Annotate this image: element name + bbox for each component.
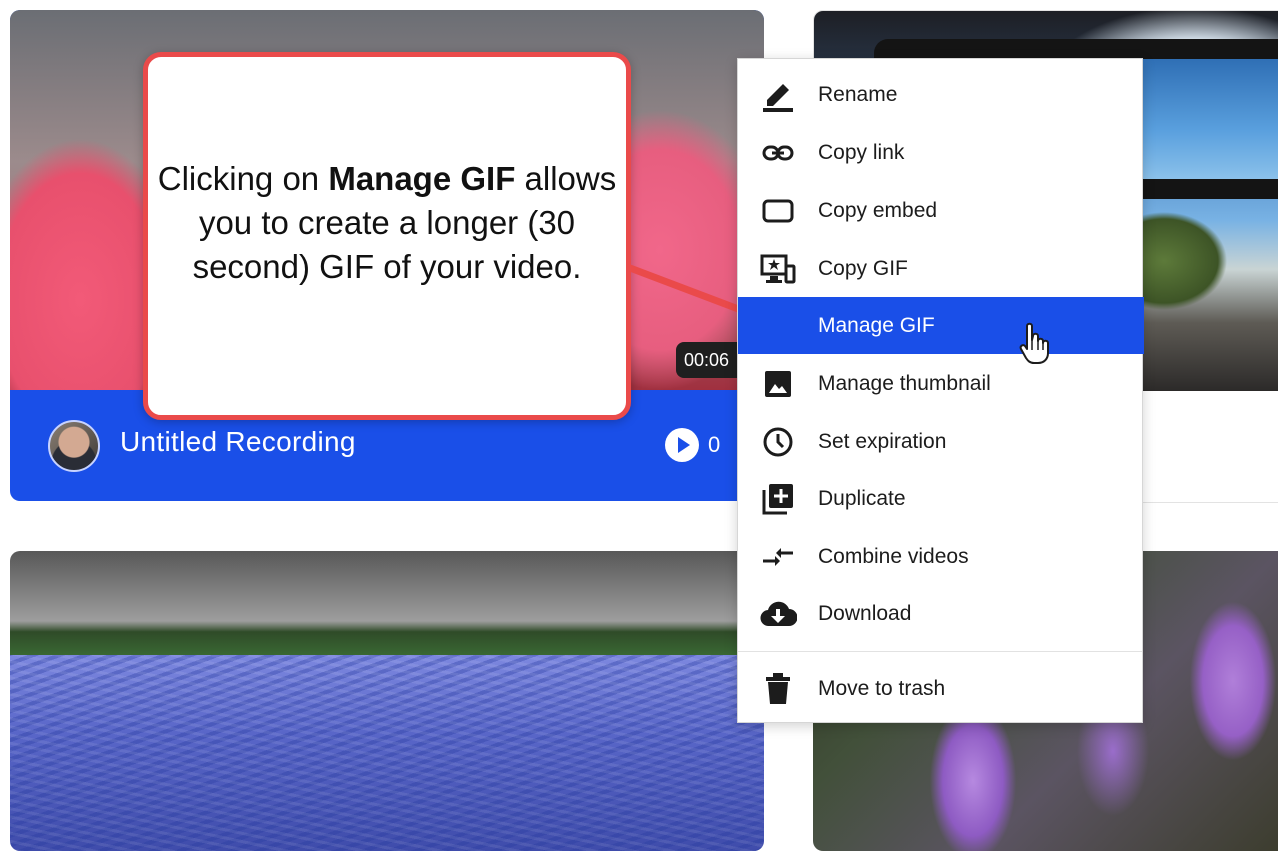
gif-icon (738, 254, 818, 284)
menu-item-duplicate[interactable]: Duplicate (738, 470, 1144, 527)
callout-box: Clicking on Manage GIF allows you to cre… (143, 52, 631, 420)
avatar[interactable] (48, 420, 100, 472)
menu-item-set-expiration[interactable]: Set expiration (738, 413, 1144, 470)
callout-text-bold: Manage GIF (328, 160, 516, 197)
menu-item-label: Manage GIF (818, 313, 935, 337)
cloud-download-icon (738, 600, 818, 628)
callout-text: Clicking on Manage GIF allows you to cre… (157, 157, 617, 289)
menu-item-label: Duplicate (818, 486, 906, 510)
embed-icon (738, 198, 818, 224)
menu-item-rename[interactable]: Rename (738, 66, 1144, 123)
combine-icon (738, 545, 818, 569)
video-thumbnail[interactable] (10, 551, 764, 851)
context-menu: Rename Copy link Copy embed Copy GIF Man… (737, 58, 1144, 723)
menu-item-label: Copy embed (818, 198, 938, 222)
duplicate-icon (738, 482, 818, 516)
video-title[interactable]: Untitled Recording (120, 426, 356, 458)
flower-field (10, 655, 764, 851)
menu-item-manage-gif[interactable]: Manage GIF (738, 297, 1144, 354)
trash-icon (738, 672, 818, 705)
menu-item-label: Set expiration (818, 429, 947, 453)
video-card-3[interactable] (10, 551, 764, 851)
tree-line (10, 621, 764, 657)
menu-divider (738, 651, 1142, 652)
menu-item-label: Manage thumbnail (818, 371, 991, 395)
menu-item-label: Download (818, 601, 912, 625)
menu-item-manage-thumbnail[interactable]: Manage thumbnail (738, 355, 1144, 412)
clock-icon (738, 426, 818, 458)
menu-item-label: Combine videos (818, 544, 969, 568)
menu-item-move-to-trash[interactable]: Move to trash (738, 660, 1144, 717)
view-count: 0 (708, 432, 721, 457)
menu-item-copy-link[interactable]: Copy link (738, 124, 1144, 181)
menu-item-copy-embed[interactable]: Copy embed (738, 182, 1144, 239)
link-icon (738, 143, 818, 163)
menu-item-copy-gif[interactable]: Copy GIF (738, 240, 1144, 297)
image-icon (738, 369, 818, 399)
menu-item-download[interactable]: Download (738, 585, 1144, 642)
play-views-icon (665, 428, 699, 462)
menu-item-combine-videos[interactable]: Combine videos (738, 528, 1144, 585)
menu-item-label: Copy link (818, 140, 905, 164)
menu-item-label: Rename (818, 82, 898, 106)
callout-text-pre: Clicking on (157, 160, 329, 197)
pencil-icon (738, 78, 818, 112)
hand-cursor-icon (1019, 322, 1053, 369)
menu-item-label: Move to trash (818, 676, 946, 700)
menu-item-label: Copy GIF (818, 256, 908, 280)
